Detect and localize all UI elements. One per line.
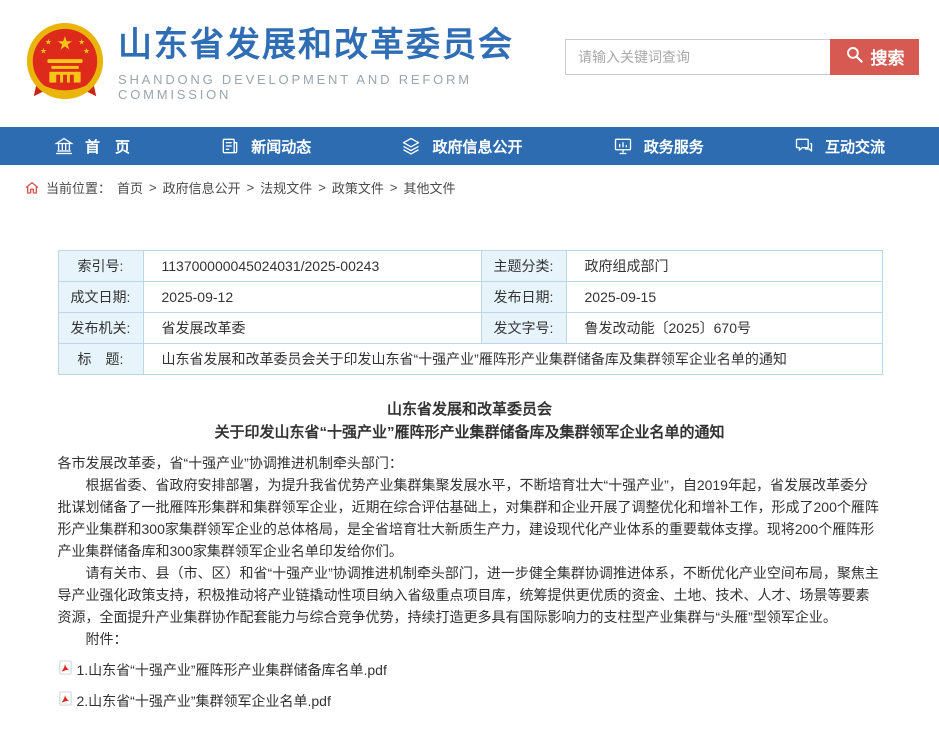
news-icon bbox=[220, 136, 240, 156]
breadcrumb-item-policy-files[interactable]: 政策文件 bbox=[332, 178, 384, 197]
site-titles: 山东省发展和改革委员会 SHANDONG DEVELOPMENT AND REF… bbox=[118, 25, 565, 101]
meta-value-document-number: 鲁发改动能〔2025〕670号 bbox=[566, 313, 882, 344]
logo-area: ★ ★ ★ ★ ★ 山东省发展和改革委员会 SHANDONG DEVELOPME… bbox=[24, 22, 565, 106]
meta-label-written-date: 成文日期: bbox=[58, 282, 143, 313]
document-heading: 山东省发展和改革委员会 关于印发山东省“十强产业”雁阵形产业集群储备库及集群领军… bbox=[58, 398, 882, 444]
meta-label-issuing-agency: 发布机关: bbox=[58, 313, 143, 344]
meta-value-topic-category: 政府组成部门 bbox=[566, 251, 882, 282]
document-heading-line2: 关于印发山东省“十强产业”雁阵形产业集群储备库及集群领军企业名单的通知 bbox=[58, 421, 882, 444]
svg-text:★: ★ bbox=[83, 46, 90, 55]
meta-value-index-no: 113700000045024031/2025-00243 bbox=[143, 251, 481, 282]
nav-item-label: 政府信息公开 bbox=[432, 136, 522, 157]
breadcrumb-separator: > bbox=[247, 180, 255, 195]
pdf-icon bbox=[58, 659, 73, 681]
attachment-item: 1.山东省“十强产业”雁阵形产业集群储备库名单.pdf bbox=[58, 659, 882, 681]
search-icon bbox=[845, 45, 864, 69]
main-nav: 首 页 新闻动态 政府信息公开 bbox=[0, 127, 939, 165]
chat-icon bbox=[794, 136, 814, 156]
document-page: 索引号: 113700000045024031/2025-00243 主题分类:… bbox=[58, 250, 882, 729]
search-input[interactable] bbox=[565, 39, 830, 75]
meta-label-title: 标 题: bbox=[58, 344, 143, 375]
meta-value-publish-date: 2025-09-15 bbox=[566, 282, 882, 313]
svg-text:★: ★ bbox=[40, 46, 47, 55]
svg-text:★: ★ bbox=[45, 37, 52, 46]
meta-label-publish-date: 发布日期: bbox=[481, 282, 566, 313]
breadcrumb-separator: > bbox=[149, 180, 157, 195]
breadcrumb-separator: > bbox=[318, 180, 326, 195]
bank-icon bbox=[54, 136, 74, 156]
meta-label-topic-category: 主题分类: bbox=[481, 251, 566, 282]
table-row: 成文日期: 2025-09-12 发布日期: 2025-09-15 bbox=[58, 282, 882, 313]
svg-text:★: ★ bbox=[57, 32, 74, 53]
nav-item-info-disclosure[interactable]: 政府信息公开 bbox=[401, 136, 522, 157]
breadcrumb-separator: > bbox=[390, 180, 398, 195]
breadcrumb-item-home[interactable]: 首页 bbox=[117, 178, 143, 197]
breadcrumb-prefix: 当前位置： bbox=[46, 178, 111, 197]
nav-item-label: 政务服务 bbox=[644, 136, 704, 157]
meta-value-written-date: 2025-09-12 bbox=[143, 282, 481, 313]
table-row: 索引号: 113700000045024031/2025-00243 主题分类:… bbox=[58, 251, 882, 282]
pdf-icon bbox=[58, 690, 73, 712]
nav-item-label: 首 页 bbox=[85, 136, 130, 157]
body-paragraph-2: 请有关市、县（市、区）和省“十强产业”协调推进机制牵头部门，进一步健全集群协调推… bbox=[58, 562, 882, 628]
site-title: 山东省发展和改革委员会 bbox=[118, 27, 565, 64]
svg-text:★: ★ bbox=[78, 37, 85, 46]
breadcrumb-item-other-files[interactable]: 其他文件 bbox=[403, 178, 455, 197]
nav-item-services[interactable]: 政务服务 bbox=[613, 136, 704, 157]
nav-item-label: 新闻动态 bbox=[251, 136, 311, 157]
body-paragraph-1: 根据省委、省政府安排部署，为提升我省优势产业集群集聚发展水平，不断培育壮大“十强… bbox=[58, 474, 882, 562]
page: ★ ★ ★ ★ ★ 山东省发展和改革委员会 SHANDONG DEVELOPME… bbox=[0, 0, 939, 729]
document-heading-line1: 山东省发展和改革委员会 bbox=[58, 398, 882, 421]
search-box: 搜索 bbox=[565, 39, 919, 75]
national-emblem-logo: ★ ★ ★ ★ ★ bbox=[24, 22, 106, 106]
table-row: 标 题: 山东省发展和改革委员会关于印发山东省“十强产业”雁阵形产业集群储备库及… bbox=[58, 344, 882, 375]
attachment-link-leading-enterprise-list[interactable]: 2.山东省“十强产业”集群领军企业名单.pdf bbox=[77, 690, 331, 712]
site-header: ★ ★ ★ ★ ★ 山东省发展和改革委员会 SHANDONG DEVELOPME… bbox=[0, 0, 939, 127]
site-subtitle: SHANDONG DEVELOPMENT AND REFORM COMMISSI… bbox=[118, 72, 565, 102]
attachment-label: 附件： bbox=[58, 628, 882, 650]
breadcrumb: 当前位置： 首页 > 政府信息公开 > 法规文件 > 政策文件 > 其他文件 bbox=[0, 165, 939, 197]
nav-item-home[interactable]: 首 页 bbox=[54, 136, 130, 157]
nav-item-label: 互动交流 bbox=[825, 136, 885, 157]
home-icon bbox=[24, 180, 40, 196]
attachment-link-cluster-reserve-list[interactable]: 1.山东省“十强产业”雁阵形产业集群储备库名单.pdf bbox=[77, 659, 387, 681]
meta-label-document-number: 发文字号: bbox=[481, 313, 566, 344]
breadcrumb-item-regulation-files[interactable]: 法规文件 bbox=[260, 178, 312, 197]
document-meta-table: 索引号: 113700000045024031/2025-00243 主题分类:… bbox=[58, 250, 883, 375]
nav-item-news[interactable]: 新闻动态 bbox=[220, 136, 311, 157]
attachment-item: 2.山东省“十强产业”集群领军企业名单.pdf bbox=[58, 690, 882, 712]
layers-icon bbox=[401, 136, 421, 156]
monitor-icon bbox=[613, 136, 633, 156]
meta-value-issuing-agency: 省发展改革委 bbox=[143, 313, 481, 344]
nav-item-interaction[interactable]: 互动交流 bbox=[794, 136, 885, 157]
table-row: 发布机关: 省发展改革委 发文字号: 鲁发改动能〔2025〕670号 bbox=[58, 313, 882, 344]
search-button-label: 搜索 bbox=[871, 44, 905, 69]
document-body: 各市发展改革委，省“十强产业”协调推进机制牵头部门： 根据省委、省政府安排部署，… bbox=[58, 452, 882, 729]
search-button[interactable]: 搜索 bbox=[830, 39, 919, 75]
breadcrumb-item-info-disclosure[interactable]: 政府信息公开 bbox=[163, 178, 241, 197]
salutation: 各市发展改革委，省“十强产业”协调推进机制牵头部门： bbox=[58, 452, 882, 474]
meta-label-index-no: 索引号: bbox=[58, 251, 143, 282]
meta-value-title: 山东省发展和改革委员会关于印发山东省“十强产业”雁阵形产业集群储备库及集群领军企… bbox=[143, 344, 882, 375]
